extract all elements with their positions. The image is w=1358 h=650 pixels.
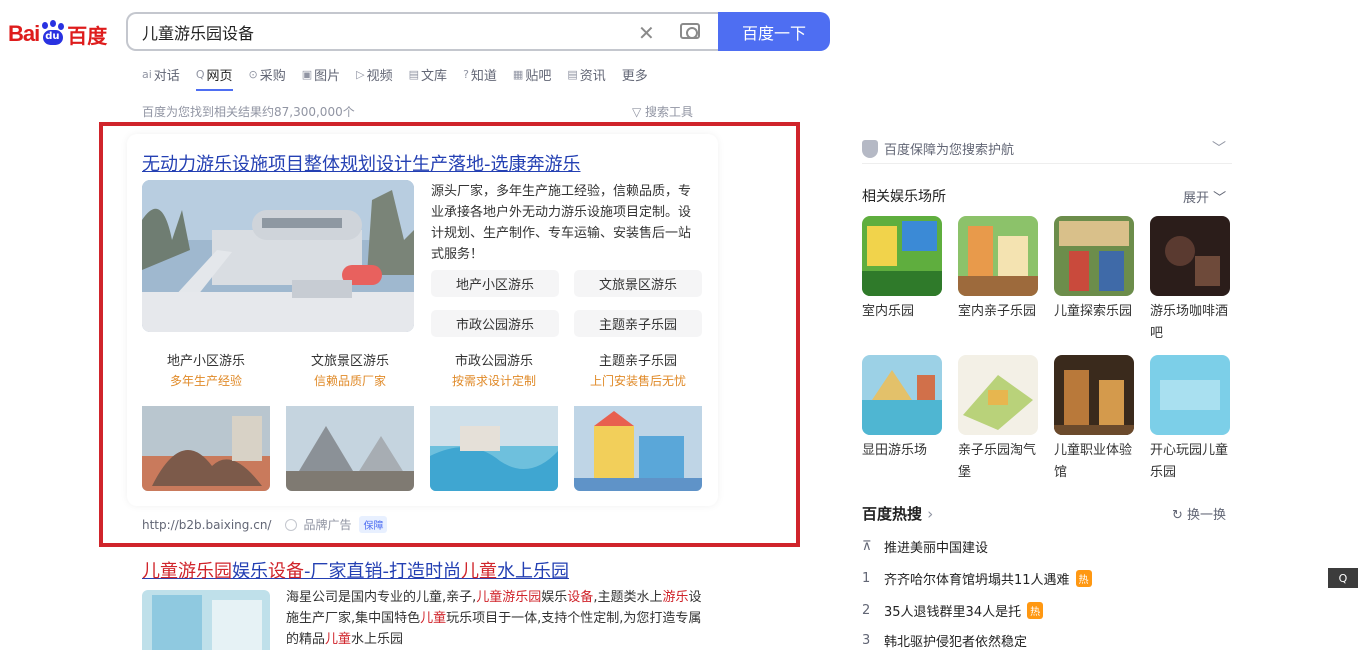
pin-icon: ⊼: [862, 539, 872, 554]
tab-images[interactable]: ▣ 图片: [302, 62, 340, 86]
tab-more[interactable]: 更多: [622, 62, 648, 86]
result-thumbnail[interactable]: [142, 590, 270, 650]
place-image: [1054, 355, 1134, 435]
edge-badge[interactable]: Q: [1328, 568, 1358, 588]
image-icon: ▣: [301, 67, 313, 81]
search-icon: Q: [195, 67, 205, 81]
filter-icon: ▽: [632, 105, 646, 119]
baidu-logo[interactable]: Bai du 百度: [8, 16, 107, 52]
ai-icon: ai: [142, 67, 152, 81]
result-description: 海星公司是国内专业的儿童,亲子,儿童游乐园娱乐设备,主题类水上游乐设施生产厂家,…: [286, 590, 702, 647]
brand-ad-label[interactable]: 品牌广告: [285, 516, 351, 533]
result-title-link[interactable]: 儿童游乐园娱乐设备-厂家直销-打造时尚儿童水上乐园: [142, 557, 569, 583]
document-icon: ▤: [408, 67, 420, 81]
ad-sub-image: [142, 406, 270, 491]
refresh-icon: ↻: [1172, 508, 1183, 523]
related-places-title: 相关娱乐场所: [862, 189, 946, 205]
place-image: [862, 216, 942, 296]
place-card[interactable]: 游乐场咖啡酒吧: [1150, 216, 1230, 345]
search-button[interactable]: 百度一下: [718, 12, 830, 51]
video-icon: ▷: [356, 67, 365, 81]
place-card[interactable]: 儿童探索乐园: [1054, 216, 1134, 323]
place-image: [1150, 216, 1230, 296]
place-card[interactable]: 儿童职业体验馆: [1054, 355, 1134, 484]
ad-url[interactable]: http://b2b.baixing.cn/: [142, 518, 271, 532]
place-image: [958, 355, 1038, 435]
hot-badge: 热: [1027, 602, 1044, 619]
search-input[interactable]: [128, 14, 608, 49]
place-image: [958, 216, 1038, 296]
chevron-down-icon: ﹀: [1213, 191, 1227, 206]
purchase-icon: ⊙: [248, 67, 258, 81]
search-tabs: ai 对话 Q 网页 ⊙ 采购 ▣ 图片 ▷ 视频 ▤ 文库 ? 知道 ▦ 贴吧 ▤ 资讯 更多: [142, 62, 664, 91]
tab-duihua[interactable]: ai 对话: [142, 62, 180, 86]
tab-tieba[interactable]: ▦ 贴吧: [513, 62, 551, 86]
news-icon: ▤: [567, 67, 578, 81]
ad-hero-image[interactable]: [142, 180, 414, 332]
tab-news[interactable]: ▤ 资讯: [567, 62, 605, 86]
search-guard-bar[interactable]: 百度保障为您搜索护航 ﹀: [862, 134, 1232, 164]
ad-chip-theme[interactable]: 主题亲子乐园: [574, 310, 702, 337]
hot-item[interactable]: 2 35人退钱群里34人是托热: [862, 601, 1044, 620]
ad-chip-property[interactable]: 地产小区游乐: [431, 270, 559, 297]
tab-webpage[interactable]: Q 网页: [195, 62, 233, 91]
logo-cn: 百度: [67, 23, 108, 48]
ad-chip-tourism[interactable]: 文旅景区游乐: [574, 270, 702, 297]
ad-sub-image: [286, 406, 414, 491]
ad-sub-image: [574, 406, 702, 491]
chevron-right-icon: ›: [927, 505, 934, 523]
place-card[interactable]: 开心玩园儿童乐园: [1150, 355, 1230, 484]
shield-icon: [862, 139, 878, 158]
expand-button[interactable]: 展开 ﹀: [1183, 187, 1226, 206]
tab-wenku[interactable]: ▤ 文库: [409, 62, 447, 86]
info-icon: [285, 518, 298, 531]
ad-title-link[interactable]: 无动力游乐设施项目整体规划设计生产落地-选康奔游乐: [142, 150, 581, 176]
ad-sub-card[interactable]: 主题亲子乐园 上门安装售后无忧: [574, 352, 702, 491]
place-card[interactable]: 显田游乐场: [862, 355, 942, 462]
logo-latin: Bai: [8, 21, 40, 46]
ad-sub-card[interactable]: 市政公园游乐 按需求设计定制: [430, 352, 558, 491]
ad-description: 源头厂家，多年生产施工经验，信赖品质，专业承接各地户外无动力游乐设施项目定制。设…: [431, 184, 692, 262]
hot-item[interactable]: 1 齐齐哈尔体育馆坍塌共11人遇难热: [862, 569, 1092, 588]
place-card[interactable]: 室内亲子乐园: [958, 216, 1038, 323]
tieba-icon: ▦: [512, 67, 524, 81]
ad-chip-park[interactable]: 市政公园游乐: [431, 310, 559, 337]
question-icon: ?: [463, 67, 469, 81]
refresh-button[interactable]: ↻ 换一换: [1172, 504, 1226, 523]
ad-sub-image: [430, 406, 558, 491]
search-tools-button[interactable]: ▽ 搜索工具: [632, 103, 693, 120]
guarantee-badge[interactable]: 保障: [359, 516, 388, 533]
place-image: [1054, 216, 1134, 296]
hot-badge: 热: [1075, 570, 1092, 587]
hot-item[interactable]: ⊼ 推进美丽中国建设: [862, 537, 988, 556]
place-card[interactable]: 亲子乐园淘气堡: [958, 355, 1038, 484]
place-card[interactable]: 室内乐园: [862, 216, 942, 323]
search-box: ✕: [126, 12, 718, 51]
tab-purchase[interactable]: ⊙ 采购: [249, 62, 286, 86]
paw-icon: du: [40, 20, 66, 46]
ad-footer: http://b2b.baixing.cn/ 品牌广告 保障: [142, 516, 388, 533]
camera-icon[interactable]: [680, 23, 700, 39]
hot-search-title[interactable]: 百度热搜 ›: [862, 503, 933, 524]
tab-zhidao[interactable]: ? 知道: [463, 62, 497, 86]
chevron-down-icon[interactable]: ﹀: [1212, 138, 1226, 158]
result-count: 百度为您找到相关结果约87,300,000个: [142, 105, 355, 119]
close-icon[interactable]: ✕: [638, 21, 655, 45]
tab-video[interactable]: ▷ 视频: [356, 62, 392, 86]
ad-sub-card[interactable]: 地产小区游乐 多年生产经验: [142, 352, 270, 491]
place-image: [862, 355, 942, 435]
hot-item[interactable]: 3 韩北驱护侵犯者依然稳定: [862, 631, 1027, 650]
ad-sub-card[interactable]: 文旅景区游乐 信赖品质厂家: [286, 352, 414, 491]
place-image: [1150, 355, 1230, 435]
